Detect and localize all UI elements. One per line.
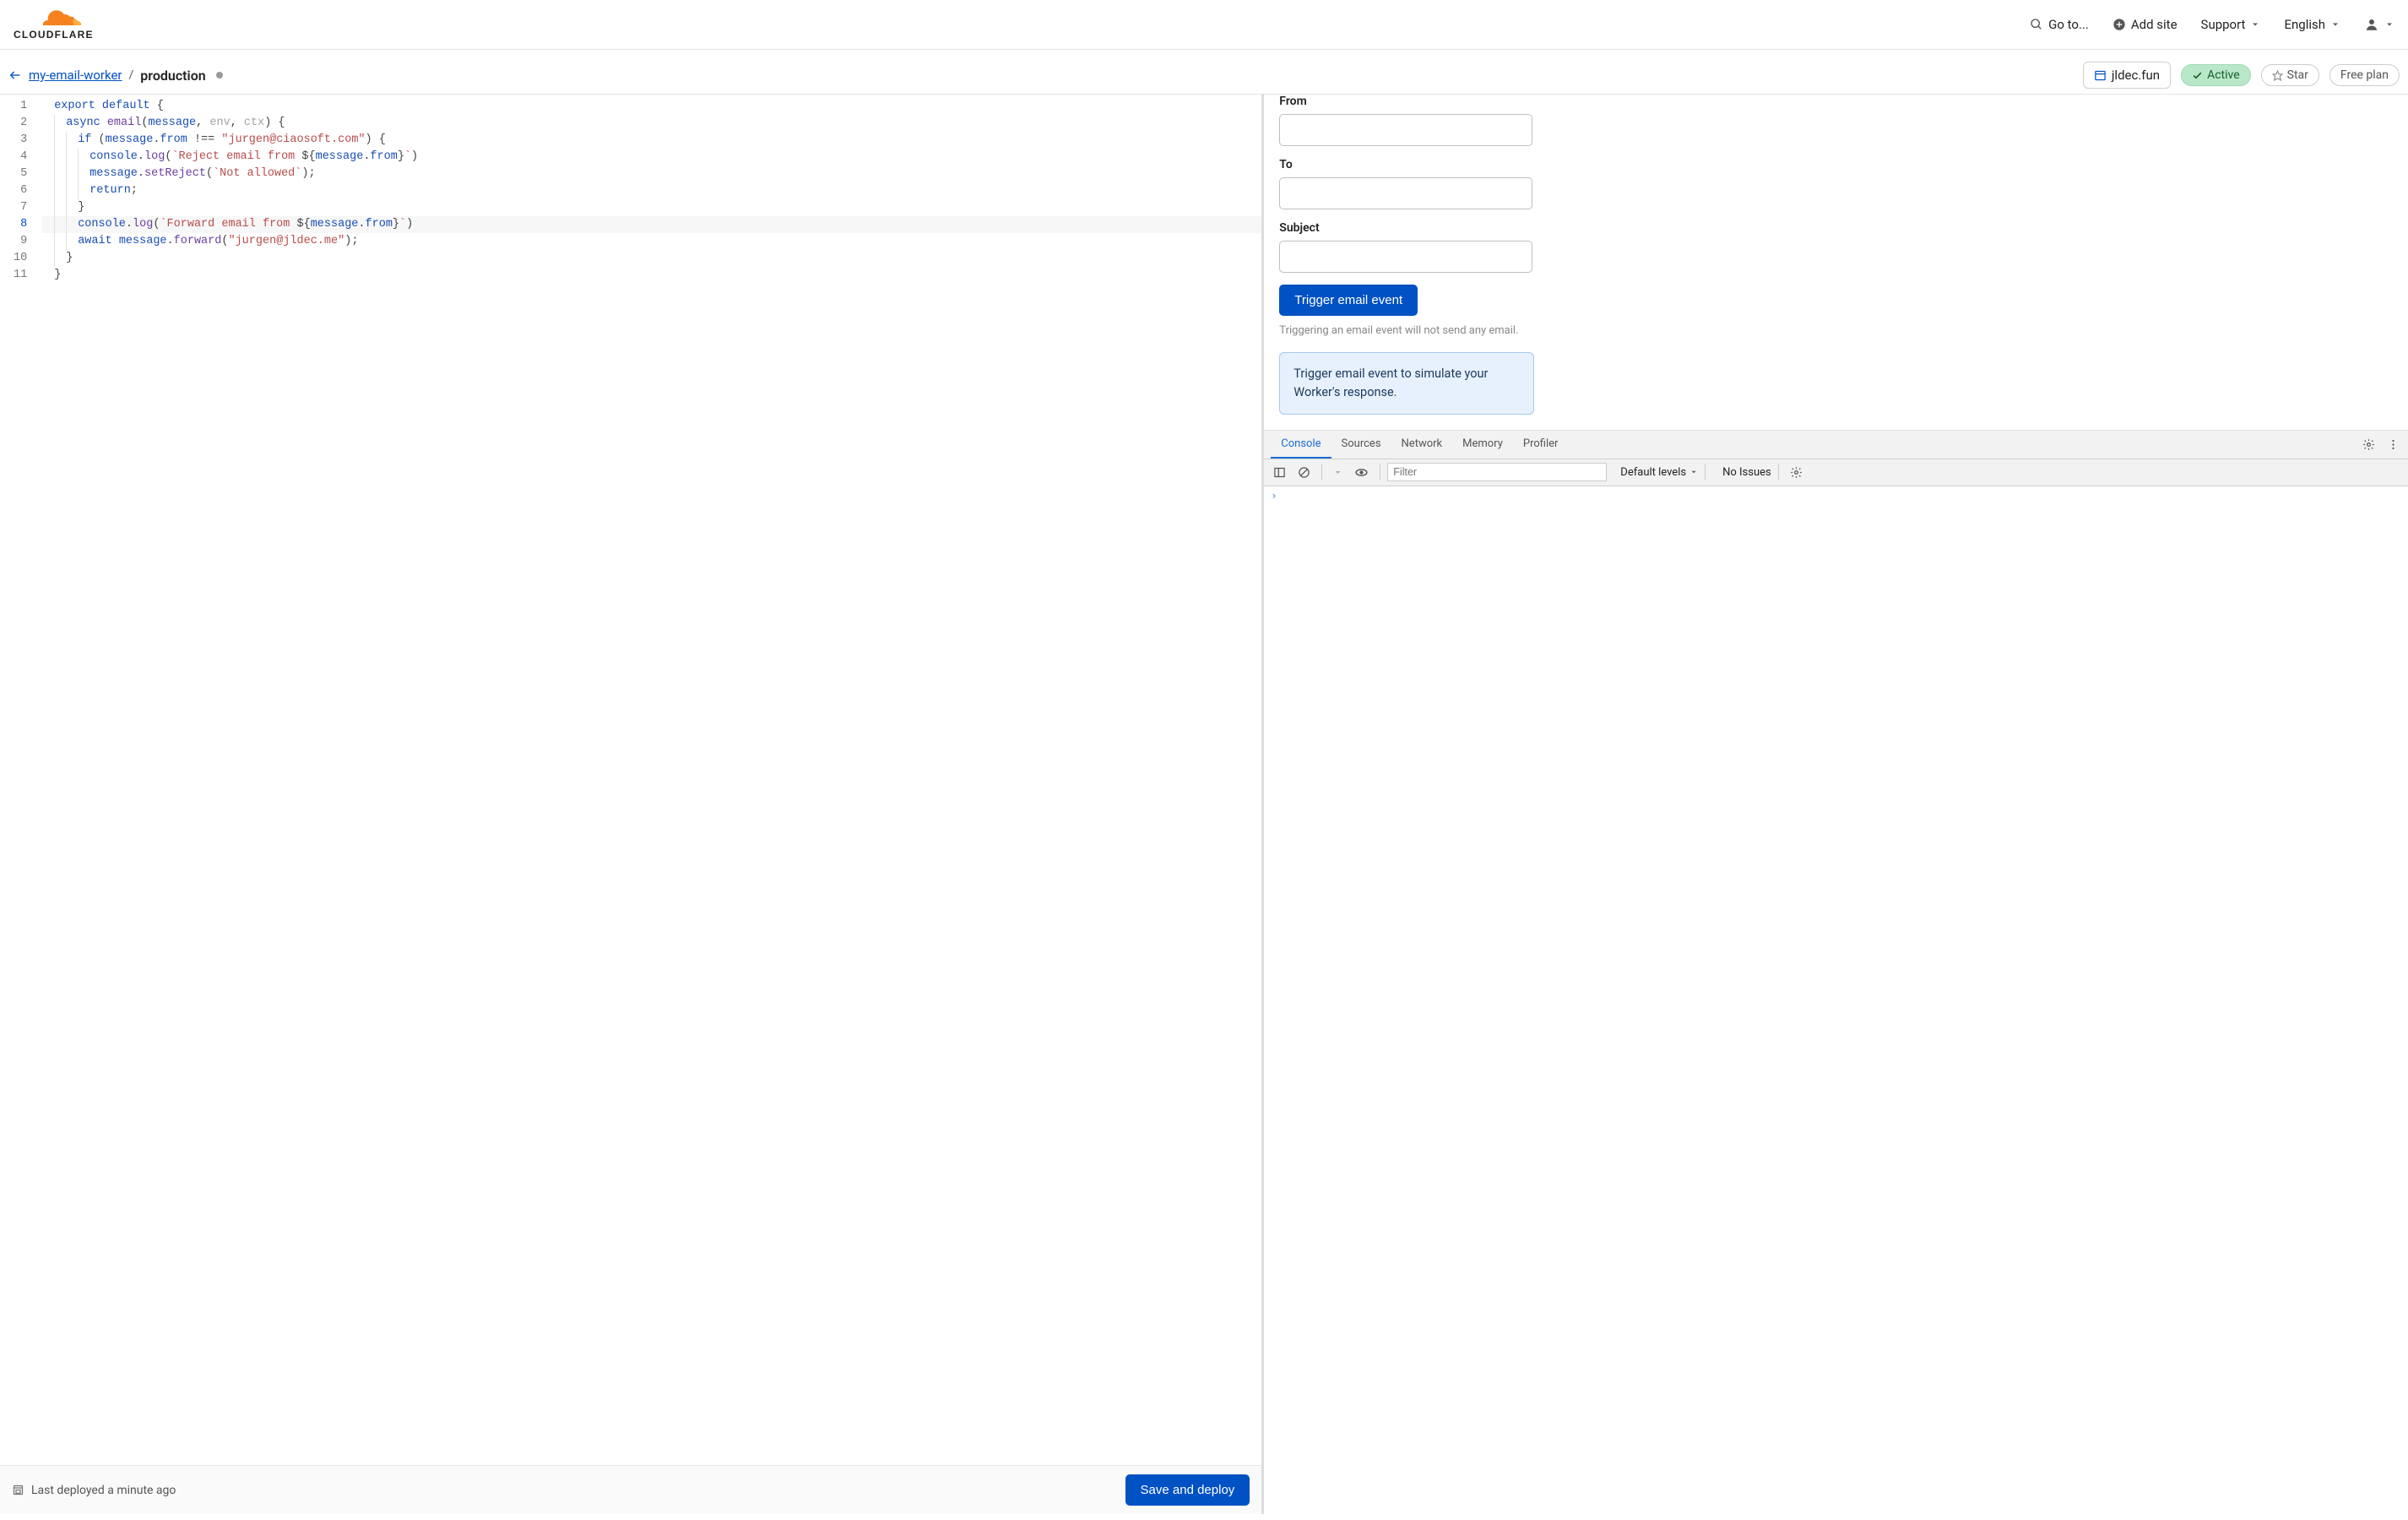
- trigger-email-button[interactable]: Trigger email event: [1279, 285, 1418, 316]
- subject-label: Subject: [1279, 221, 2393, 235]
- console-prompt-icon: ›: [1271, 490, 1277, 502]
- chevron-down-icon: [2330, 19, 2340, 30]
- devtools-tab-sources[interactable]: Sources: [1331, 431, 1391, 459]
- code-editor[interactable]: 1234567891011 export default {async emai…: [0, 95, 1261, 1465]
- search-icon: [2030, 18, 2043, 31]
- top-header: CLOUDFLARE Go to... Add site Support Eng…: [0, 0, 2408, 50]
- goto-label: Go to...: [2048, 17, 2089, 32]
- toggle-sidebar-icon[interactable]: [1269, 464, 1290, 481]
- unsaved-indicator-icon: [216, 72, 223, 79]
- add-site-button[interactable]: Add site: [2112, 17, 2178, 32]
- devtools-tab-profiler[interactable]: Profiler: [1513, 431, 1569, 459]
- user-icon: [2364, 17, 2379, 32]
- cloudflare-logo[interactable]: CLOUDFLARE: [14, 8, 111, 41]
- svg-text:CLOUDFLARE: CLOUDFLARE: [14, 29, 94, 41]
- devtools-tab-console[interactable]: Console: [1271, 431, 1331, 459]
- star-label: Star: [2287, 68, 2308, 82]
- plus-circle-icon: [2112, 18, 2126, 31]
- log-levels-dropdown[interactable]: Default levels: [1620, 466, 1698, 479]
- status-active-label: Active: [2207, 68, 2240, 82]
- subject-input[interactable]: [1279, 241, 1532, 273]
- chevron-down-icon: [2250, 19, 2260, 30]
- breadcrumb-worker-link[interactable]: my-email-worker: [29, 68, 122, 83]
- domain-tab-label: jldec.fun: [2112, 68, 2160, 83]
- devtools-tab-network[interactable]: Network: [1391, 431, 1453, 459]
- gear-icon[interactable]: [2362, 438, 2375, 451]
- console-filter-input[interactable]: [1387, 463, 1607, 481]
- chevron-down-icon: [1689, 468, 1698, 476]
- devtools-toolbar: Default levels No Issues: [1264, 459, 2408, 486]
- console-settings-icon[interactable]: [1786, 464, 1807, 481]
- devtools-tabs: ConsoleSourcesNetworkMemoryProfiler: [1264, 431, 2408, 459]
- support-dropdown[interactable]: Support: [2201, 17, 2261, 32]
- support-label: Support: [2201, 17, 2246, 32]
- trigger-info-box: Trigger email event to simulate your Wor…: [1279, 352, 1534, 415]
- email-trigger-form: From To Subject Trigger email event Trig…: [1264, 95, 2408, 431]
- devtools-tab-memory[interactable]: Memory: [1452, 431, 1513, 459]
- clear-console-icon[interactable]: [1293, 464, 1315, 481]
- header-actions: Go to... Add site Support English: [2030, 17, 2394, 32]
- plan-badge: Free plan: [2329, 64, 2400, 86]
- language-label: English: [2284, 17, 2325, 32]
- editor-pane: 1234567891011 export default {async emai…: [0, 94, 1264, 1514]
- code-content[interactable]: export default {async email(message, env…: [42, 95, 1261, 1465]
- kebab-icon[interactable]: [2387, 438, 2400, 451]
- line-gutter: 1234567891011: [0, 95, 42, 1465]
- domain-tab[interactable]: jldec.fun: [2083, 62, 2171, 89]
- chevron-down-icon: [2384, 19, 2394, 30]
- context-dropdown-icon[interactable]: [1329, 465, 1347, 480]
- breadcrumb-current: production: [140, 68, 205, 84]
- right-pane: From To Subject Trigger email event Trig…: [1264, 94, 2408, 1514]
- trigger-hint: Triggering an email event will not send …: [1279, 324, 1532, 337]
- account-dropdown[interactable]: [2364, 17, 2394, 32]
- save-deploy-button[interactable]: Save and deploy: [1125, 1474, 1250, 1506]
- language-dropdown[interactable]: English: [2284, 17, 2340, 32]
- log-levels-label: Default levels: [1620, 466, 1686, 479]
- back-arrow-icon[interactable]: [8, 68, 22, 82]
- star-icon: [2272, 70, 2283, 81]
- goto-search[interactable]: Go to...: [2030, 17, 2089, 32]
- star-button[interactable]: Star: [2261, 64, 2319, 86]
- editor-footer: Last deployed a minute ago Save and depl…: [0, 1465, 1261, 1514]
- to-label: To: [1279, 158, 2393, 171]
- save-icon: [12, 1484, 24, 1496]
- last-deployed-text: Last deployed a minute ago: [31, 1484, 176, 1497]
- window-icon: [2094, 69, 2107, 82]
- add-site-label: Add site: [2131, 17, 2178, 32]
- live-expression-icon[interactable]: [1350, 463, 1373, 482]
- main-split: 1234567891011 export default {async emai…: [0, 94, 2408, 1514]
- issues-count[interactable]: No Issues: [1722, 466, 1771, 479]
- from-label: From: [1279, 95, 2393, 108]
- breadcrumb-row: my-email-worker / production jldec.fun A…: [0, 50, 2408, 94]
- from-input[interactable]: [1279, 114, 1532, 146]
- breadcrumb-separator: /: [129, 68, 134, 82]
- devtools-panel: ConsoleSourcesNetworkMemoryProfiler: [1264, 431, 2408, 1515]
- check-icon: [2192, 70, 2203, 81]
- status-active-badge: Active: [2181, 64, 2251, 86]
- to-input[interactable]: [1279, 177, 1532, 209]
- console-output[interactable]: ›: [1264, 486, 2408, 1515]
